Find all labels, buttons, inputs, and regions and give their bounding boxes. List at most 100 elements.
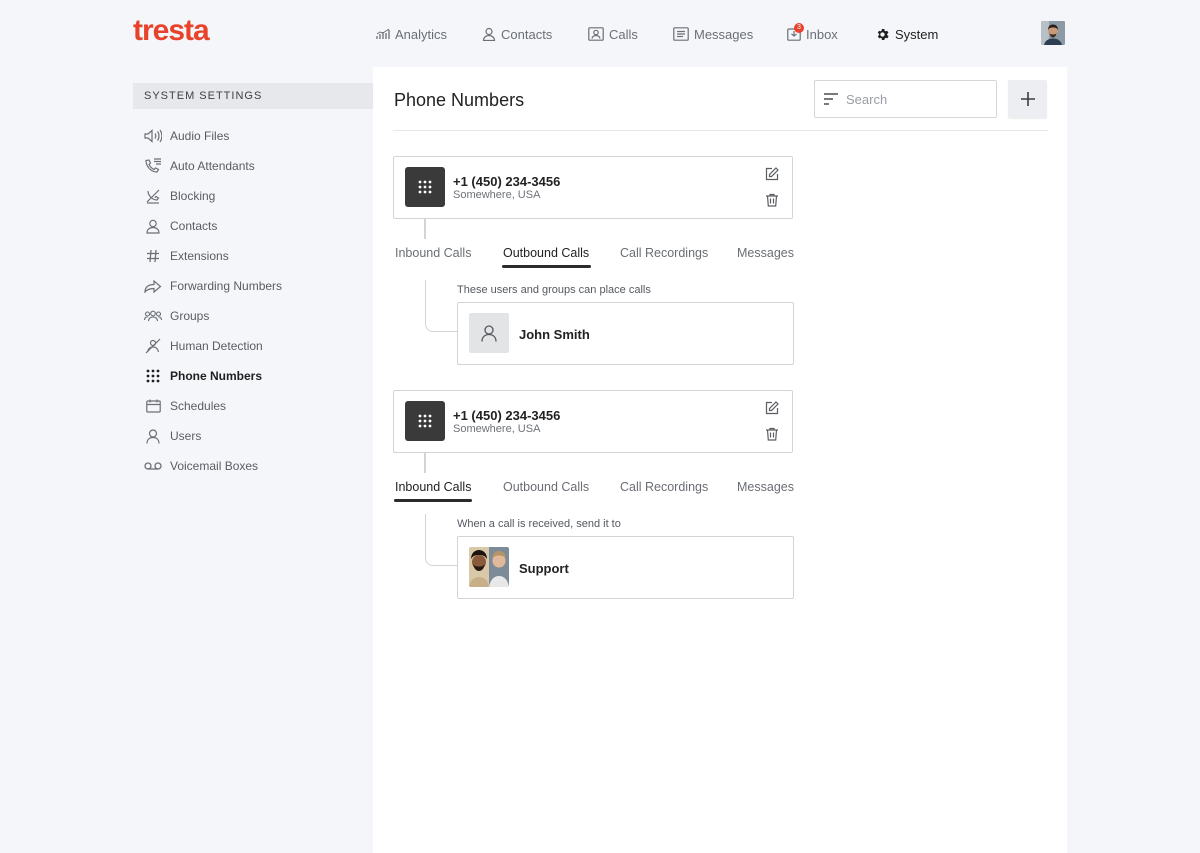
nav-messages[interactable]: Messages <box>673 27 753 42</box>
tab-inbound-calls[interactable]: Inbound Calls <box>395 246 471 260</box>
nav-contacts-label: Contacts <box>501 26 553 42</box>
add-number-button[interactable] <box>1008 80 1047 118</box>
sidebar-item-blocking[interactable]: Blocking <box>144 181 282 211</box>
tab-description: When a call is received, send it to <box>457 518 621 530</box>
nav-system-label: System <box>895 26 939 42</box>
sidebar-item-users[interactable]: Users <box>144 421 282 451</box>
inbox-badge: 3 <box>794 23 804 33</box>
nav-analytics[interactable]: Analytics <box>376 27 447 42</box>
assigned-target-card[interactable]: John Smith <box>457 302 794 365</box>
phone-number: +1 (450) 234-3456 <box>453 408 561 423</box>
user-avatar[interactable] <box>1041 21 1065 45</box>
nav-inbox[interactable]: 3 Inbox <box>787 23 838 42</box>
sidebar-item-label: Blocking <box>170 189 216 203</box>
user-avatar-image <box>1041 21 1065 45</box>
search-box[interactable] <box>814 80 997 118</box>
target-name: John Smith <box>519 327 590 342</box>
tab-messages[interactable]: Messages <box>737 246 794 260</box>
phone-number-card[interactable]: +1 (450) 234-3456 Somewhere, USA <box>393 390 793 453</box>
forward-arrow-icon <box>144 277 162 295</box>
target-name: Support <box>519 561 569 576</box>
voicemail-icon <box>144 457 162 475</box>
phone-location: Somewhere, USA <box>453 189 541 201</box>
sidebar-item-label: Voicemail Boxes <box>170 459 259 473</box>
group-avatar <box>469 547 509 587</box>
person-icon <box>482 27 496 41</box>
group-icon <box>144 307 162 325</box>
active-tab-indicator <box>502 265 591 268</box>
sidebar-item-label: Schedules <box>170 399 227 413</box>
page-title: Phone Numbers <box>394 90 525 110</box>
keypad-icon <box>405 167 445 207</box>
sidebar-item-label: Human Detection <box>170 339 263 353</box>
trash-icon[interactable] <box>765 427 779 446</box>
tresta-logo[interactable]: tresta <box>133 14 210 48</box>
sidebar-item-phone-numbers[interactable]: Phone Numbers <box>144 361 282 391</box>
human-detection-icon <box>144 337 162 355</box>
sidebar-item-label: Phone Numbers <box>170 369 263 383</box>
nav-calls[interactable]: Calls <box>588 27 638 42</box>
plus-icon <box>1020 92 1035 106</box>
sidebar-item-groups[interactable]: Groups <box>144 301 282 331</box>
nav-contacts[interactable]: Contacts <box>482 27 552 42</box>
contact-card-icon <box>588 27 604 41</box>
keypad-icon <box>144 367 162 385</box>
sidebar-header: SYSTEM SETTINGS <box>133 83 373 109</box>
sidebar-item-label: Audio Files <box>170 129 230 143</box>
number-tabs: Inbound Calls Outbound Calls Call Record… <box>394 246 794 276</box>
sidebar-item-label: Groups <box>170 309 210 323</box>
nav-messages-label: Messages <box>694 26 754 42</box>
sidebar-item-contacts[interactable]: Contacts <box>144 211 282 241</box>
chart-icon <box>376 28 390 39</box>
phone-number: +1 (450) 234-3456 <box>453 174 561 189</box>
sidebar-item-schedules[interactable]: Schedules <box>144 391 282 421</box>
active-tab-indicator <box>394 499 472 502</box>
tree-connector <box>425 280 457 332</box>
message-icon <box>673 27 689 41</box>
number-tabs: Inbound Calls Outbound Calls Call Record… <box>394 480 794 510</box>
search-input[interactable] <box>846 91 986 107</box>
phone-location: Somewhere, USA <box>453 423 541 435</box>
sidebar-item-auto-attendants[interactable]: Auto Attendants <box>144 151 282 181</box>
trash-icon[interactable] <box>765 193 779 212</box>
gear-icon <box>877 28 889 40</box>
nav-calls-label: Calls <box>609 26 638 42</box>
filter-icon <box>824 93 838 105</box>
tab-description: These users and groups can place calls <box>457 284 651 296</box>
sidebar-item-human-detection[interactable]: Human Detection <box>144 331 282 361</box>
sidebar-item-label: Forwarding Numbers <box>170 279 283 293</box>
edit-icon[interactable] <box>765 401 779 420</box>
hash-icon <box>144 247 162 265</box>
blocked-icon <box>144 187 162 205</box>
main-panel: Phone Numbers +1 (450) 234-3456 Somewher… <box>373 67 1067 853</box>
sidebar-item-forwarding-numbers[interactable]: Forwarding Numbers <box>144 271 282 301</box>
sidebar-item-label: Extensions <box>170 249 229 263</box>
user-placeholder-icon <box>469 313 509 353</box>
tab-messages[interactable]: Messages <box>737 480 794 494</box>
sidebar-item-label: Contacts <box>170 219 218 233</box>
sidebar-item-extensions[interactable]: Extensions <box>144 241 282 271</box>
phone-menu-icon <box>144 157 162 175</box>
edit-icon[interactable] <box>765 167 779 186</box>
tab-outbound-calls[interactable]: Outbound Calls <box>503 246 589 260</box>
nav-system[interactable]: System <box>875 27 938 42</box>
tab-outbound-calls[interactable]: Outbound Calls <box>503 480 589 494</box>
tree-connector <box>425 514 457 566</box>
phone-number-card[interactable]: +1 (450) 234-3456 Somewhere, USA <box>393 156 793 219</box>
inbox-icon-wrap: 3 <box>787 23 806 41</box>
nav-inbox-label: Inbox <box>806 26 838 42</box>
nav-analytics-label: Analytics <box>395 26 448 42</box>
sidebar-item-voicemail-boxes[interactable]: Voicemail Boxes <box>144 451 282 481</box>
tree-connector <box>424 219 426 239</box>
user-icon <box>144 427 162 445</box>
tab-call-recordings[interactable]: Call Recordings <box>620 480 708 494</box>
sidebar-item-label: Users <box>170 429 202 443</box>
keypad-icon <box>405 401 445 441</box>
tab-inbound-calls[interactable]: Inbound Calls <box>395 480 471 494</box>
assigned-target-card[interactable]: Support <box>457 536 794 599</box>
sidebar: Audio Files Auto Attendants Blocking Con… <box>144 121 282 481</box>
header-divider <box>393 130 1048 131</box>
sidebar-item-audio-files[interactable]: Audio Files <box>144 121 282 151</box>
tab-call-recordings[interactable]: Call Recordings <box>620 246 708 260</box>
calendar-icon <box>144 397 162 415</box>
